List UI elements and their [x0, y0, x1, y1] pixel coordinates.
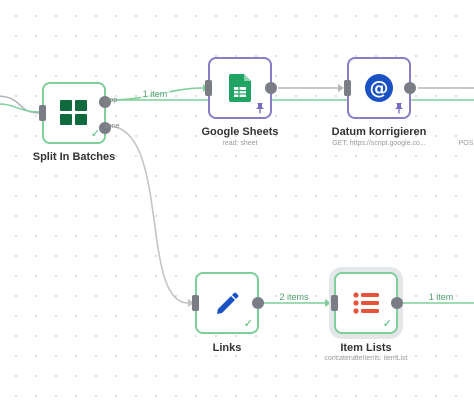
input-handle[interactable]	[39, 105, 46, 121]
loop-handle-label: loop	[104, 97, 118, 104]
success-check-icon: ✓	[90, 128, 100, 140]
grid-icon	[60, 100, 87, 125]
node-title-item-lists: Item Lists	[340, 342, 392, 354]
node-subtitle-offscreen: POS	[458, 140, 474, 147]
node-item-lists[interactable]: ✓	[331, 272, 403, 334]
spreadsheet-icon	[229, 74, 251, 102]
pencil-icon	[217, 292, 239, 314]
at-sign-icon: @	[365, 74, 393, 102]
edge-label-loop-to-sheets: 1 item	[140, 89, 170, 99]
workflow-canvas[interactable]: 1 item 2 items 1 item loop done ✓ Split …	[0, 0, 474, 414]
edge-done-to-links[interactable]	[109, 125, 189, 304]
input-handle[interactable]	[344, 80, 351, 96]
node-links[interactable]: ✓	[192, 272, 264, 334]
node-subtitle-datum-korrigieren: GET: https://script.google.co...	[332, 140, 426, 147]
pin-icon	[395, 103, 403, 114]
output-handle[interactable]	[265, 82, 277, 94]
edge-label-itemlists-to-next: 1 item	[426, 292, 456, 302]
node-title-links: Links	[212, 342, 242, 354]
node-title-split-in-batches: Split In Batches	[32, 151, 116, 163]
success-check-icon: ✓	[243, 318, 253, 330]
node-google-sheets[interactable]	[205, 57, 277, 119]
input-handle[interactable]	[192, 295, 199, 311]
pin-icon	[256, 103, 264, 114]
svg-text:@: @	[370, 77, 389, 99]
output-handle[interactable]	[391, 297, 403, 309]
done-handle-label: done	[104, 123, 120, 130]
edge-label-links-to-itemlists: 2 items	[277, 292, 311, 302]
node-subtitle-google-sheets: read: sheet	[222, 140, 258, 147]
node-title-google-sheets: Google Sheets	[201, 126, 279, 138]
node-title-datum-korrigieren: Datum korrigieren	[331, 126, 427, 138]
input-handle[interactable]	[205, 80, 212, 96]
node-split-in-batches[interactable]: loop done ✓	[39, 82, 120, 144]
list-icon	[353, 292, 379, 314]
output-handle[interactable]	[404, 82, 416, 94]
success-check-icon: ✓	[382, 318, 392, 330]
node-subtitle-item-lists: concatenateItems: itemList	[324, 355, 408, 362]
node-datum-korrigieren[interactable]: @	[344, 57, 416, 119]
input-handle[interactable]	[331, 295, 338, 311]
output-handle[interactable]	[252, 297, 264, 309]
